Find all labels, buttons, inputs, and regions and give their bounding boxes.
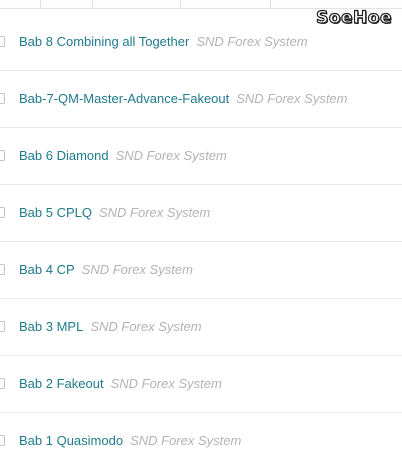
tab-divider [40,0,41,8]
select-checkbox[interactable] [0,93,5,104]
select-checkbox[interactable] [0,150,5,161]
post-title-link[interactable]: Bab 3 MPL [19,319,83,334]
list-item: Bab 4 CP SND Forex System [0,242,402,299]
post-category: SND Forex System [110,376,222,391]
tab-divider [180,0,181,8]
post-category: SND Forex System [236,91,348,106]
post-category: SND Forex System [90,319,202,334]
list-item: Bab 2 Fakeout SND Forex System [0,356,402,413]
post-title-link[interactable]: Bab-7-QM-Master-Advance-Fakeout [19,91,229,106]
post-title-link[interactable]: Bab 5 CPLQ [19,205,92,220]
post-category: SND Forex System [196,34,308,49]
post-title-link[interactable]: Bab 8 Combining all Together [19,34,189,49]
list-item: Bab-7-QM-Master-Advance-Fakeout SND Forex… [0,71,402,128]
post-title-link[interactable]: Bab 1 Quasimodo [19,433,123,448]
post-category: SND Forex System [81,262,193,277]
list-item: Bab 3 MPL SND Forex System [0,299,402,356]
select-checkbox[interactable] [0,207,5,218]
list-item: Bab 8 Combining all Together SND Forex Sy… [0,14,402,71]
post-category: SND Forex System [99,205,211,220]
select-checkbox[interactable] [0,435,5,446]
post-list: Bab 8 Combining all Together SND Forex Sy… [0,14,402,470]
select-checkbox[interactable] [0,36,5,47]
tab-divider [270,0,271,8]
list-item: Bab 1 Quasimodo SND Forex System [0,413,402,470]
list-item: Bab 6 Diamond SND Forex System [0,128,402,185]
select-checkbox[interactable] [0,378,5,389]
post-category: SND Forex System [130,433,242,448]
tab-divider [92,0,93,8]
post-title-link[interactable]: Bab 4 CP [19,262,75,277]
list-item: Bab 5 CPLQ SND Forex System [0,185,402,242]
post-title-link[interactable]: Bab 6 Diamond [19,148,109,163]
post-category: SND Forex System [115,148,227,163]
select-checkbox[interactable] [0,321,5,332]
select-checkbox[interactable] [0,264,5,275]
post-title-link[interactable]: Bab 2 Fakeout [19,376,104,391]
